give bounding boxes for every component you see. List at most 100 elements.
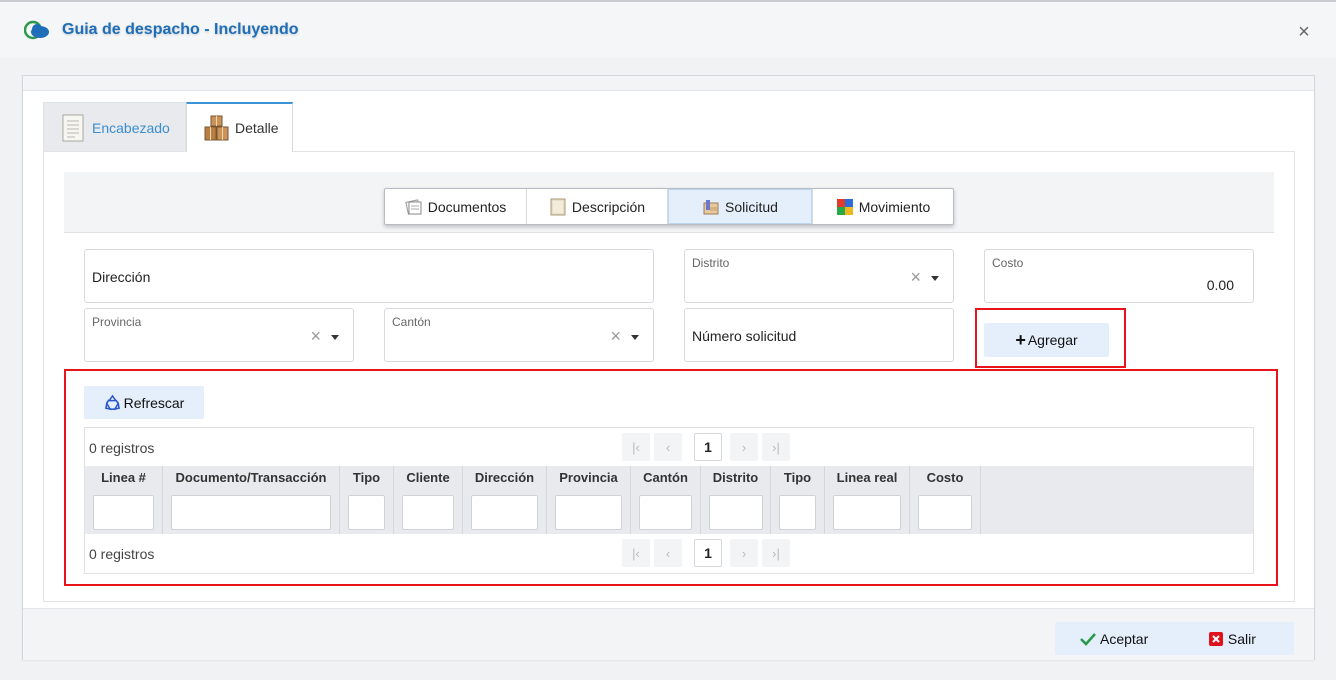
title-bar: Guia de despacho - Incluyendo × — [0, 0, 1336, 58]
costo-field[interactable]: Costo 0.00 — [984, 249, 1254, 303]
costo-label: Costo — [992, 256, 1024, 270]
tab-encabezado-label: Encabezado — [92, 119, 170, 136]
column-header[interactable]: Linea real — [825, 470, 909, 485]
column-header[interactable]: Tipo — [771, 470, 824, 485]
agregar-button[interactable]: + Agregar — [984, 323, 1109, 357]
salir-label: Salir — [1227, 630, 1256, 647]
column-tipo: Tipo — [340, 466, 394, 534]
boxes-icon — [203, 113, 229, 143]
column-direccion: Dirección — [463, 466, 547, 534]
column-tipo-2: Tipo — [771, 466, 825, 534]
next-page-icon[interactable]: › — [730, 539, 758, 567]
subtab-movimiento-label: Movimiento — [858, 198, 931, 215]
prev-page-icon[interactable]: ‹ — [654, 539, 682, 567]
page-number[interactable]: 1 — [694, 539, 722, 567]
last-page-icon[interactable]: ›| — [762, 433, 790, 461]
recycle-icon — [104, 394, 121, 411]
column-filter-input[interactable] — [709, 495, 763, 530]
column-filter-input[interactable] — [171, 495, 331, 530]
first-page-icon[interactable]: |‹ — [622, 539, 650, 567]
column-documento: Documento/Transacción — [163, 466, 340, 534]
next-page-icon[interactable]: › — [730, 433, 758, 461]
first-page-icon[interactable]: |‹ — [622, 433, 650, 461]
provincia-select[interactable]: Provincia × — [84, 308, 354, 362]
documents-icon — [404, 198, 423, 216]
numero-solicitud-field[interactable]: Número solicitud — [684, 308, 954, 362]
distrito-select[interactable]: Distrito × — [684, 249, 954, 303]
clear-icon[interactable]: × — [310, 327, 321, 345]
column-distrito: Distrito — [701, 466, 771, 534]
refrescar-label: Refrescar — [123, 394, 185, 411]
refrescar-button[interactable]: Refrescar — [84, 386, 204, 419]
column-header[interactable]: Costo — [910, 470, 980, 485]
column-canton: Cantón — [631, 466, 701, 534]
direccion-field[interactable]: Dirección — [84, 249, 654, 303]
chevron-down-icon[interactable] — [331, 335, 339, 340]
tab-detalle[interactable]: Detalle — [186, 102, 293, 152]
column-header[interactable]: Provincia — [547, 470, 630, 485]
chevron-down-icon[interactable] — [931, 276, 939, 281]
column-header[interactable]: Linea # — [85, 470, 162, 485]
app-logo-icon — [23, 20, 50, 40]
numero-solicitud-placeholder: Número solicitud — [692, 328, 797, 344]
pager-bottom: |‹ ‹ 1 › ›| — [622, 539, 794, 567]
grid-header: Linea # Documento/Transacción Tipo Clien… — [85, 466, 1253, 534]
prev-page-icon[interactable]: ‹ — [654, 433, 682, 461]
last-page-icon[interactable]: ›| — [762, 539, 790, 567]
clear-icon[interactable]: × — [610, 327, 621, 345]
provincia-label: Provincia — [92, 315, 142, 329]
column-filter-input[interactable] — [348, 495, 385, 530]
column-filter-input[interactable] — [471, 495, 538, 530]
column-header[interactable]: Tipo — [340, 470, 393, 485]
salir-button[interactable]: Salir — [1185, 623, 1293, 654]
subtab-solicitud-label: Solicitud — [725, 198, 778, 215]
column-filter-input[interactable] — [402, 495, 454, 530]
data-grid: 0 registros |‹ ‹ 1 › ›| Linea # Document… — [84, 427, 1254, 574]
close-icon[interactable]: × — [1296, 22, 1312, 42]
close-box-icon — [1208, 631, 1223, 646]
agregar-label: Agregar — [1027, 332, 1078, 348]
canton-select[interactable]: Cantón × — [384, 308, 654, 362]
column-filter-input[interactable] — [555, 495, 622, 530]
column-header[interactable]: Dirección — [463, 470, 546, 485]
request-icon — [702, 198, 720, 216]
column-header[interactable]: Cliente — [394, 470, 462, 485]
footer-button-group: Aceptar Salir — [1055, 622, 1294, 655]
aceptar-label: Aceptar — [1100, 630, 1149, 647]
column-header[interactable]: Cantón — [631, 470, 700, 485]
clear-icon[interactable]: × — [910, 268, 921, 286]
tab-detalle-label: Detalle — [235, 120, 279, 136]
window-title: Guia de despacho - Incluyendo — [62, 21, 299, 38]
distrito-label: Distrito — [692, 256, 730, 270]
column-header[interactable]: Distrito — [701, 470, 770, 485]
description-icon — [549, 198, 567, 216]
column-provincia: Provincia — [547, 466, 631, 534]
subtab-area: Documentos Descripción Solicitud Movimie… — [64, 172, 1274, 233]
subtab-movimiento[interactable]: Movimiento — [813, 189, 953, 224]
panel-footer: Aceptar Salir — [23, 608, 1314, 660]
subtab-documentos-label: Documentos — [427, 198, 507, 215]
column-filter-input[interactable] — [918, 495, 972, 530]
main-panel: Encabezado Detalle Documentos Descripció… — [22, 75, 1315, 660]
record-count-bottom: 0 registros — [89, 546, 155, 562]
tab-encabezado[interactable]: Encabezado — [43, 102, 186, 152]
costo-value: 0.00 — [1206, 277, 1234, 293]
record-count-top: 0 registros — [89, 440, 155, 456]
column-filter-input[interactable] — [639, 495, 692, 530]
column-linea: Linea # — [85, 466, 163, 534]
document-icon — [60, 113, 86, 143]
subtab-descripcion[interactable]: Descripción — [527, 189, 668, 224]
subtab-documentos[interactable]: Documentos — [385, 189, 527, 224]
column-cliente: Cliente — [394, 466, 463, 534]
aceptar-button[interactable]: Aceptar — [1056, 623, 1185, 654]
column-filter-input[interactable] — [93, 495, 154, 530]
panel-top-strip — [23, 76, 1314, 91]
page-number[interactable]: 1 — [694, 433, 722, 461]
column-linea-real: Linea real — [825, 466, 910, 534]
chevron-down-icon[interactable] — [631, 335, 639, 340]
column-filter-input[interactable] — [833, 495, 901, 530]
column-header[interactable]: Documento/Transacción — [163, 470, 339, 485]
check-icon — [1080, 632, 1096, 646]
column-filter-input[interactable] — [779, 495, 816, 530]
subtab-solicitud[interactable]: Solicitud — [668, 189, 813, 224]
